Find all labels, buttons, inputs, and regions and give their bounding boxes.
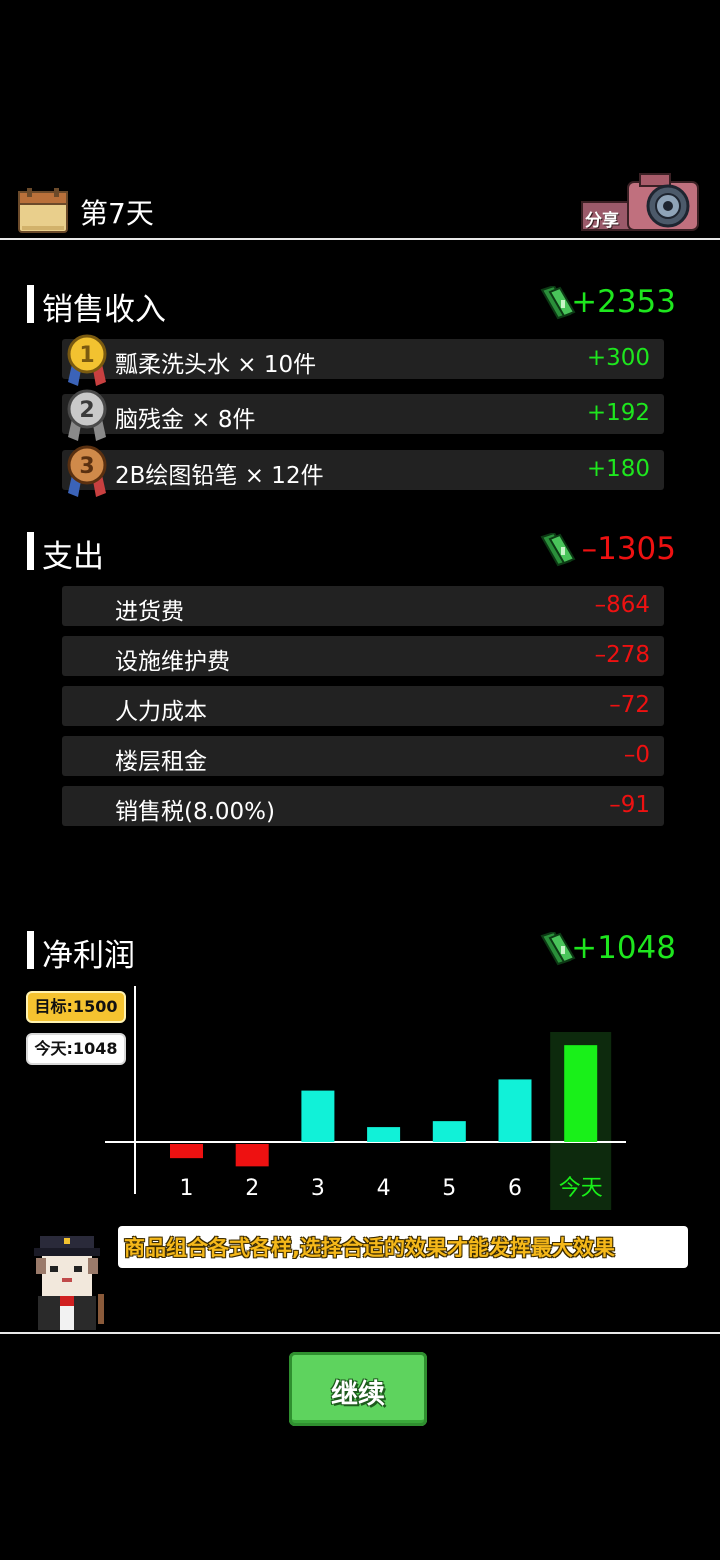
x-tick-label: 5 — [442, 1176, 456, 1201]
share-button[interactable]: 分享 — [580, 170, 702, 234]
gold-medal-icon: 1 — [64, 334, 110, 390]
header-divider — [0, 238, 720, 240]
expense-row: 设施维护费 –278 — [62, 636, 664, 676]
expense-value: –278 — [594, 642, 650, 668]
sales-title: 销售收入 — [42, 292, 166, 328]
medal-rank: 1 — [79, 343, 94, 368]
sales-item-label: 瓢柔洗头水 × 10件 — [115, 352, 317, 378]
silver-medal-icon: 2 — [64, 389, 110, 445]
bar-1 — [170, 1144, 203, 1159]
bronze-medal-icon: 3 — [64, 445, 110, 501]
expense-label: 设施维护费 — [115, 649, 230, 675]
sales-total: +2353 — [571, 284, 676, 320]
sales-item-label: 2B绘图铅笔 × 12件 — [115, 463, 324, 489]
expense-row: 人力成本 –72 — [62, 686, 664, 726]
sales-row-3: 2B绘图铅笔 × 12件 +180 — [62, 450, 664, 490]
expenses-section-bar — [27, 532, 34, 570]
x-tick-label: 1 — [180, 1176, 194, 1201]
share-label: 分享 — [585, 211, 619, 231]
bar-今天 — [564, 1045, 598, 1142]
day-title: 第7天 — [80, 197, 154, 230]
money-icon — [540, 531, 576, 567]
expense-label: 人力成本 — [115, 699, 207, 725]
sales-row-2: 脑残金 × 8件 +192 — [62, 394, 664, 434]
expenses-title: 支出 — [42, 539, 104, 575]
sales-item-value: +300 — [586, 345, 650, 371]
mascot-avatar — [20, 1230, 116, 1334]
continue-label: 继续 — [331, 1379, 385, 1410]
bar-3 — [301, 1090, 335, 1142]
profit-chart: 1 2 3 4 5 6 今天 — [105, 986, 626, 1210]
expense-value: –72 — [609, 692, 650, 718]
medal-rank: 3 — [79, 454, 94, 479]
expense-row: 进货费 –864 — [62, 586, 664, 626]
x-tick-label: 今天 — [559, 1176, 603, 1201]
sales-section-bar — [27, 285, 34, 323]
sales-item-label: 脑残金 × 8件 — [115, 407, 256, 433]
expense-label: 进货费 — [115, 599, 184, 625]
tip-bubble: 商品组合各式各样,选择合适的效果才能发挥最大效果 — [118, 1226, 688, 1268]
x-tick-label: 2 — [245, 1176, 259, 1201]
expense-value: –0 — [623, 742, 650, 768]
sales-item-value: +192 — [586, 400, 650, 426]
continue-button[interactable]: 继续 — [289, 1352, 427, 1426]
tip-text: 商品组合各式各样,选择合适的效果才能发挥最大效果 — [124, 1236, 615, 1260]
expense-value: –864 — [594, 592, 650, 618]
profit-total: +1048 — [571, 930, 676, 966]
x-tick-label: 4 — [377, 1176, 391, 1201]
x-tick-label: 3 — [311, 1176, 325, 1201]
sales-row-1: 瓢柔洗头水 × 10件 +300 — [62, 339, 664, 379]
bar-2 — [235, 1144, 269, 1167]
bar-6 — [498, 1079, 532, 1142]
footer-divider — [0, 1332, 720, 1334]
profit-section-bar — [27, 931, 34, 969]
medal-rank: 2 — [79, 398, 94, 423]
calendar-icon — [18, 188, 68, 233]
bar-5 — [432, 1121, 466, 1142]
expense-label: 销售税(8.00%) — [115, 799, 276, 825]
expense-value: –91 — [609, 792, 650, 818]
bar-4 — [367, 1127, 401, 1142]
expenses-total: –1305 — [581, 531, 676, 567]
expense-label: 楼层租金 — [115, 749, 207, 775]
expense-row: 楼层租金 –0 — [62, 736, 664, 776]
expense-row: 销售税(8.00%) –91 — [62, 786, 664, 826]
sales-item-value: +180 — [586, 456, 650, 482]
profit-title: 净利润 — [42, 938, 135, 974]
x-tick-label: 6 — [508, 1176, 522, 1201]
